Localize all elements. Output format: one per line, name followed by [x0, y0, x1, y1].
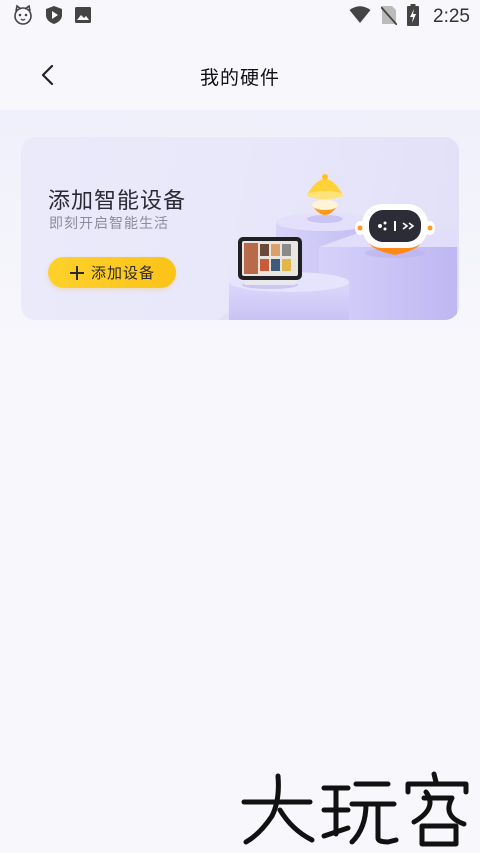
battery-charging-icon	[407, 4, 420, 30]
card-subtitle: 即刻开启智能生活	[49, 216, 169, 232]
watermark-logo	[241, 771, 469, 847]
status-left-icons	[12, 4, 92, 30]
add-device-button-label: 添加设备	[90, 264, 155, 282]
wifi-icon	[349, 6, 371, 28]
card-title: 添加智能设备	[48, 189, 187, 214]
back-button[interactable]	[30, 60, 64, 94]
devices-illustration	[219, 174, 459, 320]
status-bar: 2:25	[0, 0, 480, 34]
image-icon	[74, 6, 92, 28]
plus-icon	[69, 265, 85, 281]
page-title: 我的硬件	[199, 66, 280, 89]
add-device-card: 添加智能设备 即刻开启智能生活 添加设备	[21, 137, 459, 320]
tablet-device	[238, 237, 302, 289]
cat-notification-icon	[12, 4, 34, 30]
screen: 2:25 我的硬件 添加智能设备 即刻开启智能生活 添加设备	[0, 0, 480, 853]
add-device-button[interactable]: 添加设备	[48, 257, 176, 288]
header: 我的硬件	[0, 48, 480, 104]
status-time: 2:25	[433, 6, 470, 27]
shield-play-icon	[44, 5, 64, 29]
chevron-left-icon	[40, 64, 54, 90]
status-right-icons: 2:25	[349, 4, 470, 30]
no-sim-icon	[380, 5, 398, 29]
